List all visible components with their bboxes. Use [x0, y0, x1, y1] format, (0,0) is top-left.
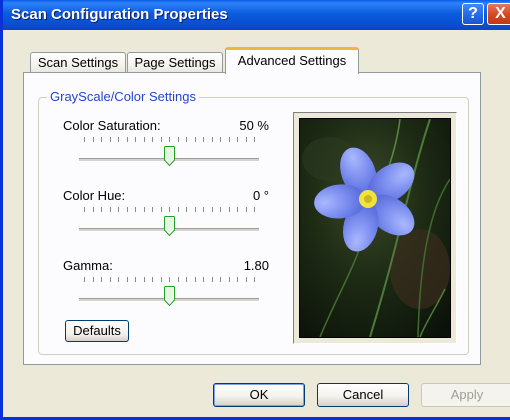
preview-frame [293, 112, 457, 344]
tab-scan-settings[interactable]: Scan Settings [30, 52, 126, 73]
gamma-thumb[interactable] [164, 286, 175, 306]
saturation-thumb[interactable] [164, 146, 175, 166]
tab-page-settings[interactable]: Page Settings [127, 52, 223, 73]
flower-image [300, 119, 450, 337]
advanced-settings-panel: GrayScale/Color Settings Color Saturatio… [23, 72, 481, 365]
gamma-ticks [84, 277, 255, 282]
defaults-button[interactable]: Defaults [65, 320, 129, 342]
window-title: Scan Configuration Properties [11, 6, 228, 23]
tab-advanced-settings[interactable]: Advanced Settings [225, 47, 359, 74]
gamma-label: Gamma: [63, 258, 113, 273]
close-button[interactable]: X [487, 3, 510, 25]
title-bar[interactable]: Scan Configuration Properties ? X [3, 0, 510, 30]
dialog-window: Scan Configuration Properties ? X Scan S… [0, 0, 510, 420]
cancel-button[interactable]: Cancel [317, 383, 409, 407]
group-title: GrayScale/Color Settings [47, 89, 199, 104]
hue-ticks [84, 207, 255, 212]
saturation-slider[interactable] [79, 137, 259, 166]
help-button[interactable]: ? [462, 3, 484, 25]
hue-value: 0 ° [252, 188, 269, 203]
saturation-value: 50 % [239, 118, 269, 133]
hue-label: Color Hue: [63, 188, 126, 203]
hue-thumb[interactable] [164, 216, 175, 236]
gamma-value: 1.80 [243, 258, 269, 273]
apply-button[interactable]: Apply [421, 383, 510, 407]
ok-button[interactable]: OK [213, 383, 305, 407]
saturation-label: Color Saturation: [63, 118, 161, 133]
hue-slider[interactable] [79, 207, 259, 236]
grayscale-color-group: GrayScale/Color Settings Color Saturatio… [38, 89, 469, 355]
preview-image [299, 118, 451, 338]
saturation-ticks [84, 137, 255, 142]
gamma-slider[interactable] [79, 277, 259, 306]
